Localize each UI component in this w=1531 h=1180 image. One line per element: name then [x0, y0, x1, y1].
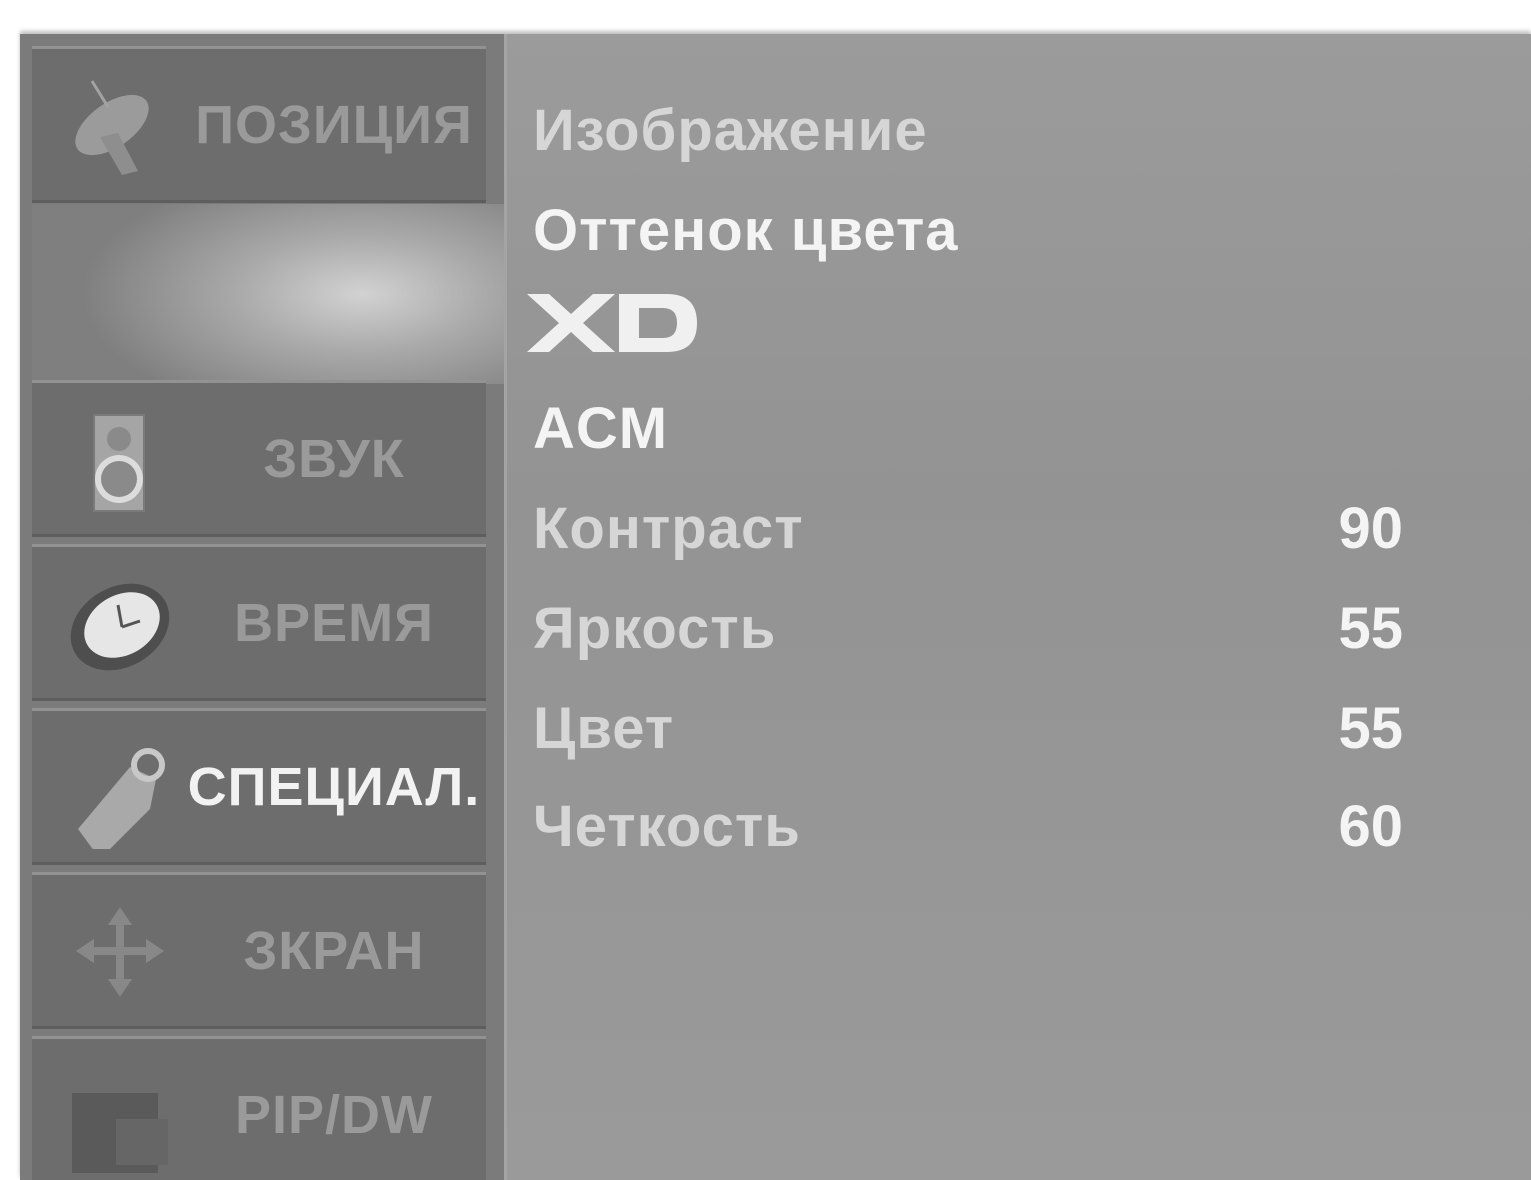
sidebar-item-time[interactable]: ВРЕМЯ — [32, 544, 486, 701]
menu-item-label: Цвет — [533, 695, 675, 761]
menu-item-sharpness[interactable]: Четкость 60 — [533, 786, 1433, 866]
menu-item-brightness[interactable]: Яркость 55 — [533, 588, 1433, 668]
menu-panel: Изображение Оттенок цвета ACM Контраст 9… — [504, 34, 1531, 1180]
sidebar-item-label: PIP/DW — [234, 1084, 433, 1145]
sidebar-item-pip[interactable]: PIP/DW — [32, 1036, 486, 1180]
sidebar-item-label: ВРЕМЯ — [234, 592, 434, 653]
menu-item-color[interactable]: Цвет 55 — [533, 688, 1433, 768]
menu-item-label: Оттенок цвета — [533, 197, 959, 263]
menu-item-value: 55 — [1338, 595, 1403, 661]
xd-logo-icon[interactable] — [527, 290, 699, 356]
sidebar-item-screen[interactable]: ЗКРАН — [32, 872, 486, 1029]
pip-window-icon — [72, 1093, 168, 1173]
menu-item-label: Изображение — [533, 97, 928, 163]
menu-item-value: 90 — [1338, 495, 1403, 561]
sidebar-item-label: ПОЗИЦИЯ — [195, 94, 473, 155]
tag-icon — [78, 748, 165, 849]
sidebar-item-position[interactable]: ПОЗИЦИЯ — [32, 46, 486, 203]
selection-highlight — [32, 204, 504, 384]
move-arrows-icon — [76, 907, 164, 997]
menu-item-color-temperature[interactable]: Оттенок цвета — [533, 190, 1433, 270]
menu-item-value: 55 — [1338, 695, 1403, 761]
menu-item-acm[interactable]: ACM — [533, 388, 1433, 468]
menu-item-label: Контраст — [533, 495, 804, 561]
satellite-dish-icon — [75, 80, 149, 175]
menu-item-picture[interactable]: Изображение — [533, 90, 1433, 170]
sidebar: ПОЗИЦИЯ ЗВУК ВРЕМЯ СПЕЦИАЛ. ЗКРАН PIP/DW — [20, 34, 504, 1180]
tv-osd-menu: ПОЗИЦИЯ ЗВУК ВРЕМЯ СПЕЦИАЛ. ЗКРАН PIP/DW… — [20, 34, 1531, 1180]
sidebar-item-label: СПЕЦИАЛ. — [187, 756, 481, 817]
sidebar-item-special[interactable]: СПЕЦИАЛ. — [32, 708, 486, 865]
menu-item-value: 60 — [1338, 793, 1403, 859]
menu-item-label: Яркость — [533, 595, 777, 661]
menu-item-label: ACM — [533, 395, 669, 461]
speaker-icon — [93, 414, 145, 512]
menu-item-contrast[interactable]: Контраст 90 — [533, 488, 1433, 568]
sidebar-item-label: ЗВУК — [263, 428, 405, 489]
clock-icon — [70, 583, 170, 671]
sidebar-item-sound[interactable]: ЗВУК — [32, 380, 486, 537]
menu-item-label: Четкость — [533, 793, 801, 859]
sidebar-item-label: ЗКРАН — [243, 920, 425, 981]
